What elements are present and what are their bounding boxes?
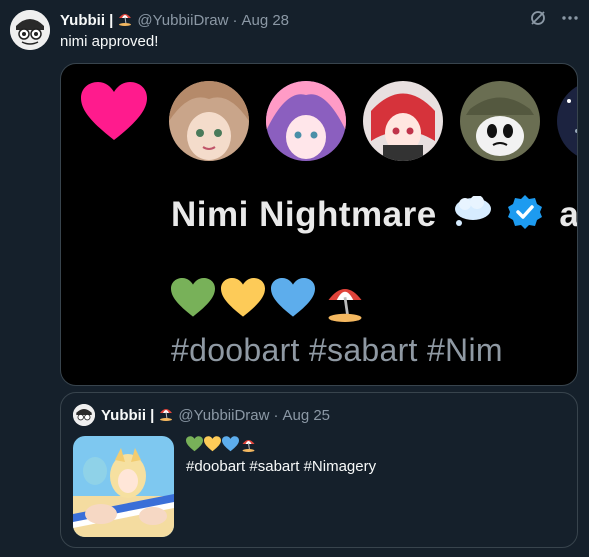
grok-icon[interactable] — [529, 9, 547, 32]
quoted-tweet-header: Yubbii | @YubbiiDraw · Aug 25 — [101, 405, 330, 425]
author-name[interactable]: Yubbii | — [101, 407, 154, 424]
author-handle[interactable]: @YubbiiDraw — [178, 407, 269, 424]
thought-bubble-icon — [453, 195, 493, 237]
tweet-header: Yubbii | @YubbiiDraw · Aug 28 — [60, 10, 289, 30]
tweet-media-image[interactable]: Nimi Nightmare a #doobart #sabart #Nim — [60, 63, 578, 386]
verified-badge-icon — [507, 194, 543, 239]
quoted-tweet-text: #doobart #sabart #Nimagery — [186, 458, 377, 475]
beach-umbrella-icon — [158, 405, 174, 425]
dot-separator: · — [232, 11, 238, 29]
avatar — [363, 81, 443, 161]
blue-heart-icon — [271, 278, 315, 327]
more-icon[interactable] — [561, 9, 579, 32]
emoji-row-large — [171, 278, 369, 327]
yellow-heart-icon — [204, 436, 221, 457]
avatar — [169, 81, 249, 161]
beach-umbrella-icon — [240, 436, 257, 457]
tweet-date[interactable]: Aug 28 — [241, 12, 289, 29]
beach-umbrella-icon — [117, 10, 133, 30]
pink-heart-icon — [81, 82, 147, 147]
green-heart-icon — [186, 436, 203, 457]
quoted-tweet[interactable]: Yubbii | @YubbiiDraw · Aug 25 #doobart #… — [60, 392, 578, 548]
author-name[interactable]: Yubbii | — [60, 12, 113, 29]
tweet-top-actions — [529, 9, 579, 32]
avatar — [557, 81, 577, 161]
display-name-large: Nimi Nightmare a — [171, 194, 578, 239]
blue-heart-icon — [222, 436, 239, 457]
avatar[interactable] — [10, 10, 50, 50]
display-name-text: Nimi Nightmare — [171, 194, 437, 234]
hashtags-large: #doobart #sabart #Nim — [171, 332, 503, 368]
emoji-row-small — [186, 436, 257, 457]
partial-letter: a — [559, 194, 578, 234]
dot-separator: · — [273, 406, 279, 424]
yellow-heart-icon — [221, 278, 265, 327]
author-handle[interactable]: @YubbiiDraw — [137, 12, 228, 29]
beach-umbrella-icon — [321, 278, 369, 327]
tweet-text: nimi approved! — [60, 33, 159, 50]
avatar[interactable] — [73, 404, 95, 426]
avatars-row — [61, 64, 577, 184]
quoted-tweet-thumbnail[interactable] — [73, 436, 174, 537]
avatar — [460, 81, 540, 161]
tweet-date[interactable]: Aug 25 — [282, 407, 330, 424]
avatar — [266, 81, 346, 161]
green-heart-icon — [171, 278, 215, 327]
